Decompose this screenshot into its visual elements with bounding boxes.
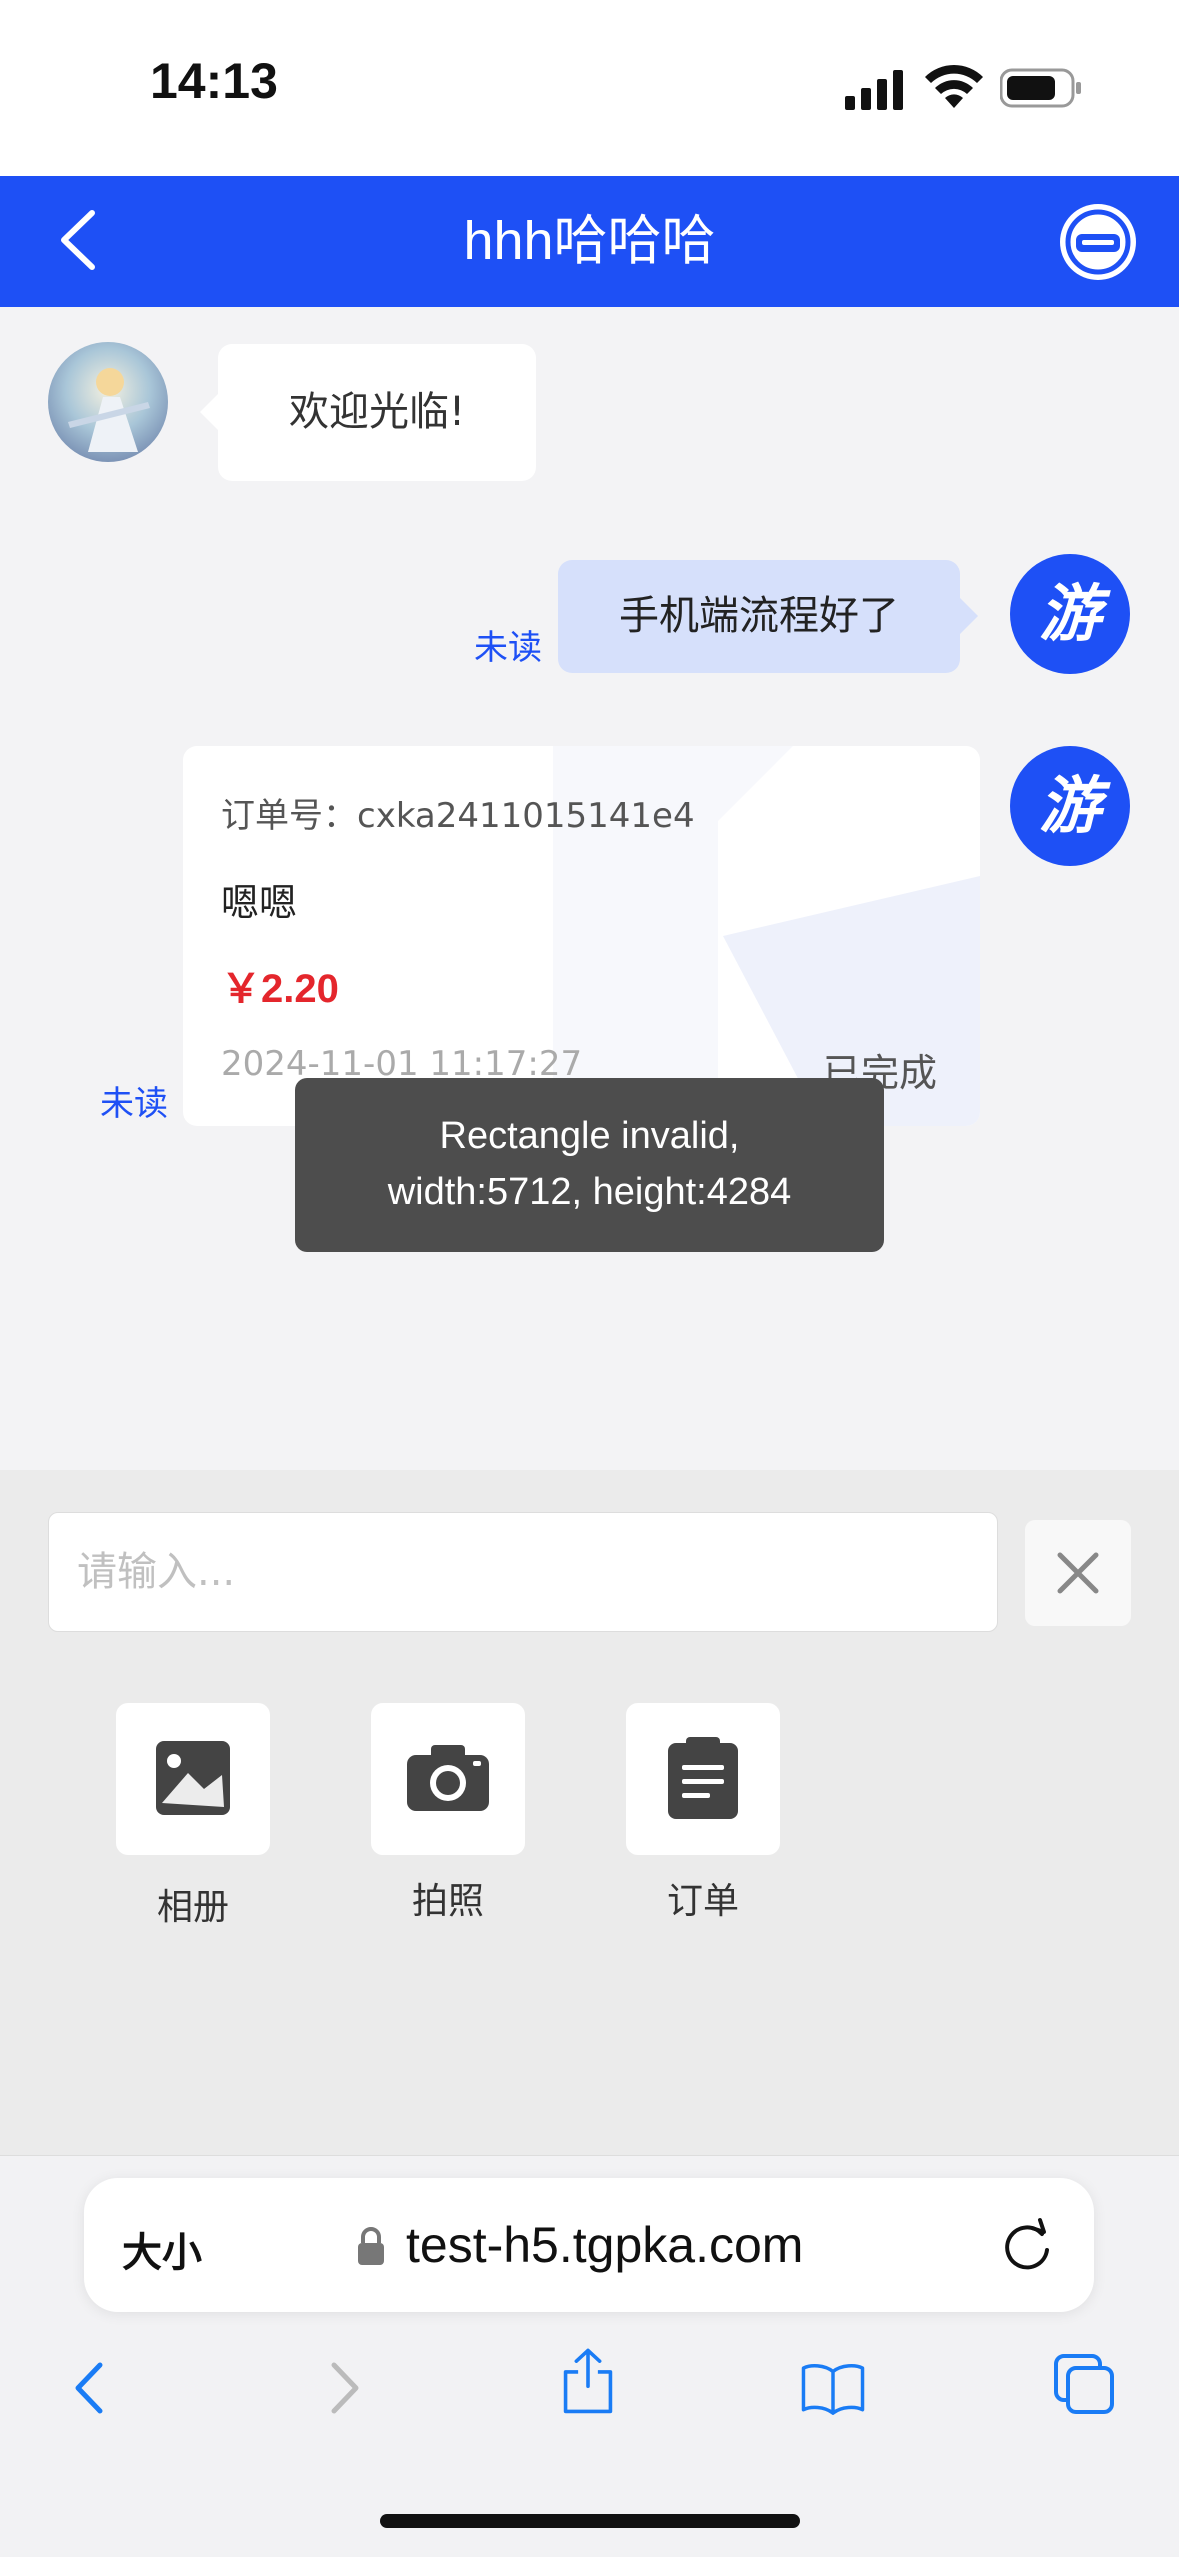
order-product-name: 嗯嗯: [221, 881, 298, 925]
back-arrow-icon[interactable]: [50, 205, 110, 275]
cellular-signal-icon: [845, 70, 903, 110]
user-message-text: 手机端流程好了: [619, 593, 899, 639]
share-icon[interactable]: [555, 2345, 621, 2415]
browser-forward-icon[interactable]: [310, 2353, 376, 2423]
unread-status-label: 未读: [474, 628, 542, 668]
browser-back-icon[interactable]: [60, 2353, 126, 2423]
text-size-button[interactable]: 大小: [122, 2220, 202, 2278]
close-icon: [1057, 1552, 1099, 1594]
unread-status-label: 未读: [100, 1084, 168, 1124]
toast-line-1: Rectangle invalid,: [439, 1115, 740, 1157]
status-time: 14:13: [150, 53, 278, 109]
camera-icon: [407, 1745, 489, 1811]
album-label: 相册: [156, 1887, 229, 1928]
toast-line-2: width:5712, height:4284: [387, 1171, 792, 1213]
clipboard-icon: [668, 1737, 738, 1819]
order-price: ￥2.20: [221, 967, 339, 1011]
battery-icon: [1000, 68, 1081, 108]
avatar-image: [48, 342, 168, 462]
user-avatar[interactable]: 游: [1010, 746, 1130, 866]
order-number: 订单号：cxka2411015141e4: [221, 796, 695, 836]
order-button[interactable]: [626, 1703, 780, 1855]
camera-button[interactable]: [371, 1703, 525, 1855]
order-label: 订单: [666, 1881, 739, 1922]
album-button[interactable]: [116, 1703, 270, 1855]
url-text[interactable]: test-h5.tgpka.com: [406, 2216, 803, 2274]
chat-title: hhh哈哈哈: [463, 211, 716, 271]
tabs-icon[interactable]: [1052, 2350, 1118, 2420]
home-indicator: [380, 2514, 800, 2528]
customer-service-icon: [1065, 209, 1131, 275]
user-message-bubble: 手机端流程好了: [558, 560, 978, 673]
welcome-message-text: 欢迎光临!: [288, 389, 466, 435]
close-panel-button[interactable]: [1025, 1520, 1131, 1626]
user-avatar[interactable]: 游: [1010, 554, 1130, 674]
customer-service-button[interactable]: [1060, 204, 1136, 280]
message-input[interactable]: [48, 1512, 998, 1632]
camera-label: 拍照: [411, 1881, 484, 1922]
order-card[interactable]: 订单号：cxka2411015141e4 嗯嗯 ￥2.20 2024-11-01…: [183, 746, 980, 1126]
bookmarks-icon[interactable]: [800, 2353, 866, 2423]
error-toast: Rectangle invalid, width:5712, height:42…: [295, 1078, 884, 1252]
wifi-icon: [925, 64, 983, 108]
welcome-message-bubble: 欢迎光临!: [200, 344, 536, 481]
merchant-avatar[interactable]: [48, 342, 168, 462]
lock-icon: [358, 2227, 384, 2265]
image-icon: [156, 1741, 230, 1815]
reload-icon[interactable]: [998, 2216, 1056, 2276]
